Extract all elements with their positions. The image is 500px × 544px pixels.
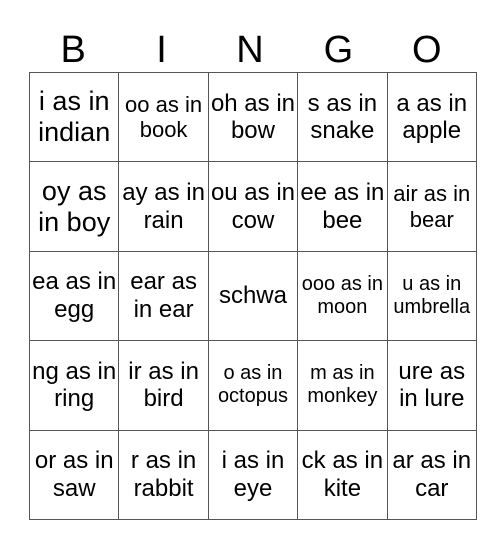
bingo-cell[interactable]: ng as in ring [28,340,120,431]
bingo-cell[interactable]: ear as in ear [118,250,209,342]
grid-row: oy as in boy ay as in rain ou as in cow … [28,161,477,252]
bingo-cell[interactable]: u as in umbrella [386,250,477,342]
bingo-cell[interactable]: ou as in cow [207,161,299,252]
bingo-cell[interactable]: ee as in bee [297,161,388,252]
bingo-cell[interactable]: oh as in bow [207,71,299,163]
header-letter-b: B [60,29,86,71]
bingo-cell[interactable]: ck as in kite [297,429,388,520]
bingo-cell[interactable]: oy as in boy [28,161,120,252]
bingo-cell[interactable]: ay as in rain [118,161,209,252]
bingo-header: B I N G O [29,28,471,72]
bingo-cell[interactable]: oo as in book [118,71,209,163]
grid-row: or as in saw r as in rabbit i as in eye … [28,429,477,520]
bingo-cell[interactable]: ure as in lure [386,340,477,431]
bingo-cell[interactable]: ir as in bird [118,340,209,431]
bingo-cell[interactable]: or as in saw [28,429,120,520]
bingo-cell[interactable]: ooo as in moon [297,250,388,342]
bingo-cell[interactable]: a as in apple [386,71,477,163]
bingo-cell[interactable]: i as in eye [207,429,299,520]
bingo-cell[interactable]: i as in indian [28,71,120,163]
grid-row: ea as in egg ear as in ear schwa ooo as … [28,250,477,342]
bingo-cell[interactable]: ea as in egg [28,250,120,342]
grid-row: ng as in ring ir as in bird o as in octo… [28,340,477,431]
bingo-cell[interactable]: r as in rabbit [118,429,209,520]
bingo-grid: i as in indian oo as in book oh as in bo… [28,71,477,520]
bingo-cell[interactable]: o as in octopus [207,340,299,431]
bingo-cell[interactable]: m as in monkey [297,340,388,431]
free-space-cell[interactable]: schwa [207,250,299,342]
bingo-cell[interactable]: ar as in car [386,429,477,520]
header-letter-o: O [411,29,442,71]
header-letter-n: N [236,29,264,71]
bingo-cell[interactable]: s as in snake [297,71,388,163]
grid-row: i as in indian oo as in book oh as in bo… [28,71,477,163]
bingo-cell[interactable]: air as in bear [386,161,477,252]
header-letter-g: G [323,29,354,71]
header-letter-i: I [156,29,167,71]
